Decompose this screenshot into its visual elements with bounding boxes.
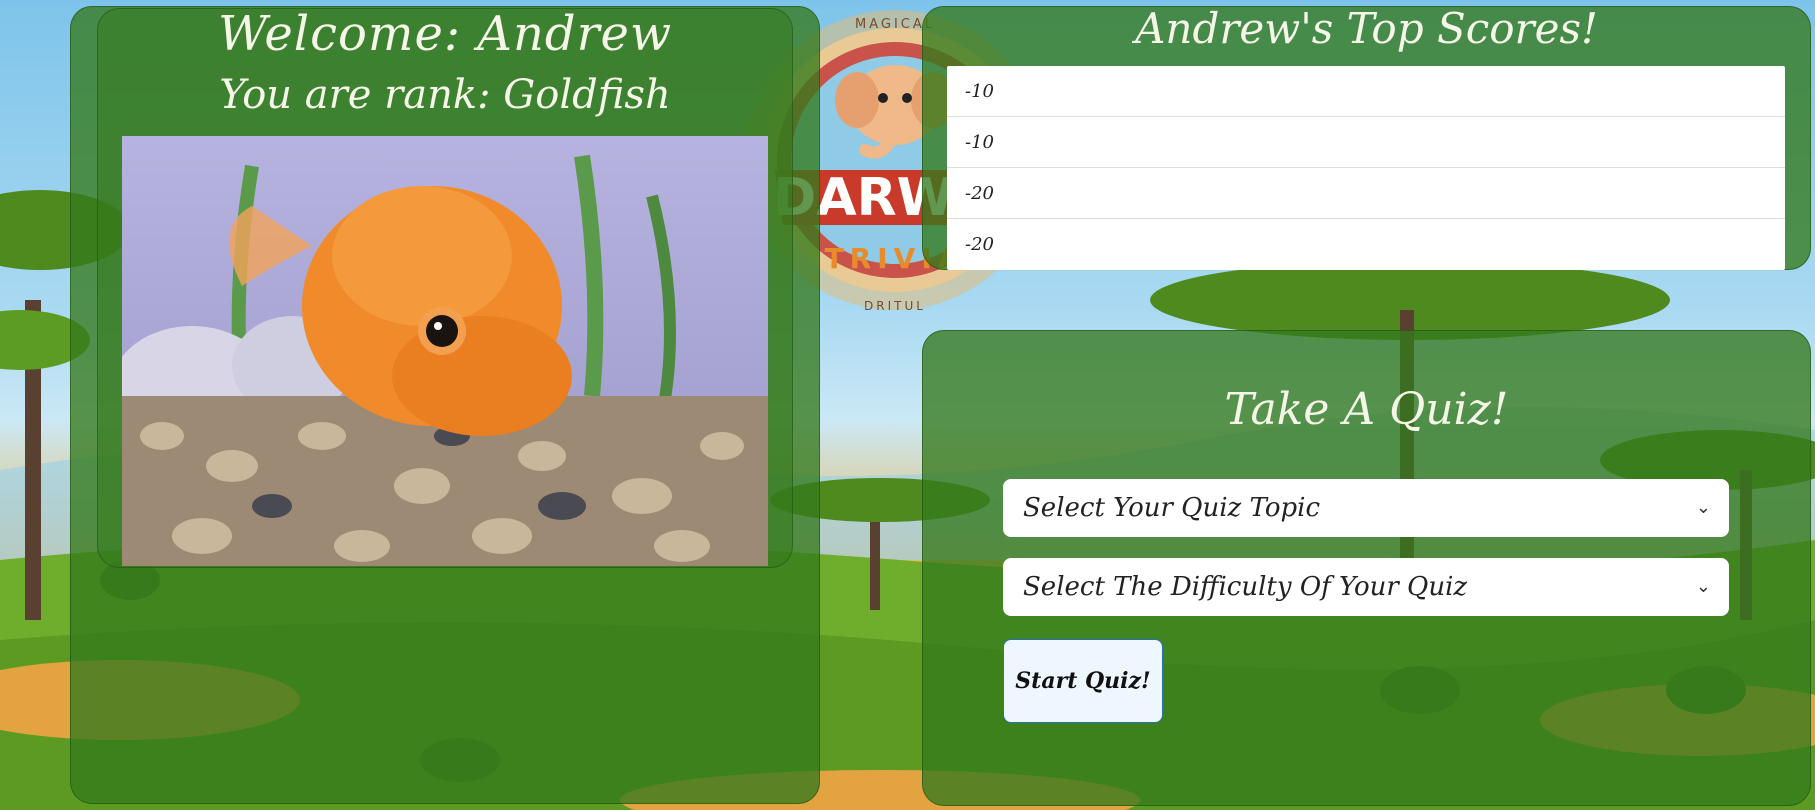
take-quiz-title: Take A Quiz!: [1224, 384, 1509, 435]
score-row: -10: [947, 66, 1785, 117]
chevron-down-icon: ⌄: [1695, 497, 1711, 518]
score-row: -20: [965, 234, 994, 255]
score-row: -10: [947, 117, 1785, 168]
goldfish-image: [122, 136, 768, 566]
scores-list: -10 -10 -20 -20: [947, 66, 1785, 270]
start-quiz-button[interactable]: Start Quiz!: [1003, 639, 1163, 723]
logo-bottom-text: DRITUL: [864, 299, 926, 313]
quiz-topic-select[interactable]: Select Your Quiz Topic ⌄: [1003, 479, 1729, 537]
quiz-difficulty-select[interactable]: Select The Difficulty Of Your Quiz ⌄: [1003, 558, 1729, 616]
score-row: -20: [947, 168, 1785, 219]
rank-title: You are rank: Goldfish: [219, 72, 671, 118]
quiz-topic-select-label: Select Your Quiz Topic: [1023, 493, 1321, 523]
quiz-difficulty-select-label: Select The Difficulty Of Your Quiz: [1023, 572, 1468, 602]
top-scores-title: Andrew's Top Scores!: [1135, 4, 1598, 53]
welcome-title: Welcome: Andrew: [217, 6, 673, 62]
chevron-down-icon: ⌄: [1695, 576, 1711, 597]
